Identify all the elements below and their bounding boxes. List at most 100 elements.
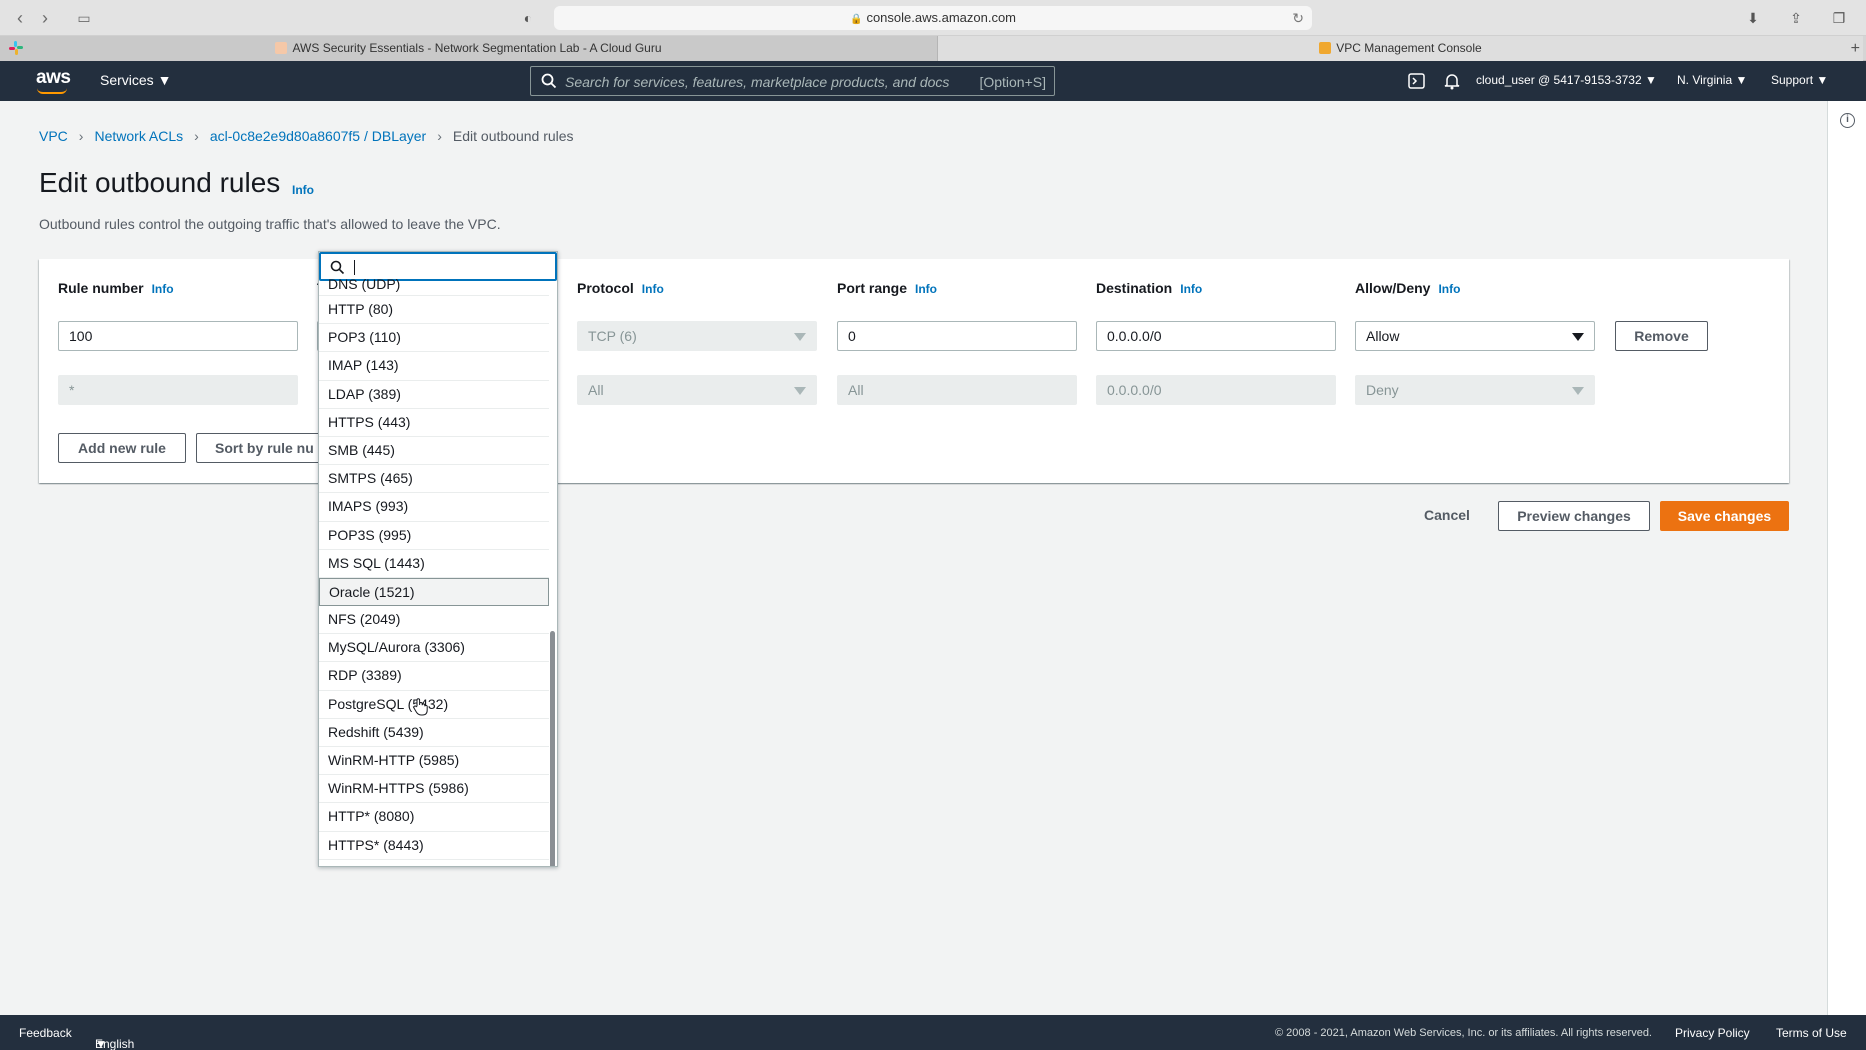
option-oracle[interactable]: Oracle (1521) [319,577,549,607]
port-range-input[interactable]: 0 [837,321,1077,351]
add-new-rule-button[interactable]: Add new rule [58,433,186,463]
option-imaps[interactable]: IMAPS (993) [319,493,549,522]
col-rule-number: Rule number Info [58,280,174,296]
option-smb[interactable]: SMB (445) [319,437,549,466]
col-label: Rule number [58,280,144,296]
tab-title: VPC Management Console [1336,41,1482,55]
option-http[interactable]: HTTP (80) [319,296,549,325]
caret-down-icon [1572,387,1584,395]
allow-deny-select[interactable]: Allow [1355,321,1595,351]
tabs-overview-icon[interactable]: ❐ [1826,7,1852,29]
help-panel-rail: i [1827,101,1866,1015]
account-menu[interactable]: cloud_user @ 5417-9153-3732 ▼ [1476,73,1657,87]
tab-a-cloud-guru[interactable]: AWS Security Essentials - Network Segmen… [0,36,938,61]
option-pop3[interactable]: POP3 (110) [319,324,549,353]
services-menu-button[interactable]: Services ▼ [100,72,171,88]
reload-icon[interactable]: ↻ [1292,6,1304,30]
info-link[interactable]: Info [1438,282,1460,296]
info-panel-icon[interactable]: i [1840,113,1855,128]
protocol-select: TCP (6) [577,321,817,351]
hand-pointer-icon [413,698,428,716]
title-info-link[interactable]: Info [292,183,314,197]
search-icon [541,73,557,89]
slack-icon[interactable] [9,41,23,55]
terms-of-use-link[interactable]: Terms of Use [1776,1026,1847,1040]
col-destination: Destination Info [1096,280,1202,296]
default-port-range: All [837,375,1077,405]
share-icon[interactable]: ⇪ [1783,7,1809,29]
caret-down-icon: ▼ [157,72,172,88]
option-postgresql[interactable]: PostgreSQL (5432) [319,691,549,719]
search-placeholder: Search for services, features, marketpla… [565,74,950,90]
address-bar[interactable]: 🔒 console.aws.amazon.com ↻ [554,6,1312,30]
option-redshift[interactable]: Redshift (5439) [319,719,549,747]
text-cursor [354,260,355,275]
aws-footer: Feedback English (US) ▼ © 2008 - 2021, A… [0,1015,1866,1050]
info-link[interactable]: Info [1180,282,1202,296]
breadcrumb-acl[interactable]: acl-0c8e2e9d80a8607f5 / DBLayer [210,128,426,144]
global-search-input[interactable]: Search for services, features, marketpla… [530,66,1055,96]
type-dropdown-menu: DNS (UDP) HTTP (80) POP3 (110) IMAP (143… [318,251,558,867]
sidebar-icon[interactable]: ▭ [73,7,95,29]
caret-down-icon: ▼ [95,1037,107,1050]
caret-down-icon [794,387,806,395]
option-rdp[interactable]: RDP (3389) [319,662,549,691]
col-label: Allow/Deny [1355,280,1431,296]
copyright-text: © 2008 - 2021, Amazon Web Services, Inc.… [1275,1027,1652,1039]
col-label: Protocol [577,280,634,296]
back-icon[interactable]: ‹ [9,7,31,29]
allow-deny-value: Deny [1366,382,1399,398]
cloudshell-icon[interactable] [1407,71,1427,91]
remove-button[interactable]: Remove [1615,321,1708,351]
option-ldap[interactable]: LDAP (389) [319,381,549,409]
col-protocol: Protocol Info [577,280,664,296]
info-link[interactable]: Info [915,282,937,296]
downloads-icon[interactable]: ⬇ [1740,7,1766,29]
option-mysql-aurora[interactable]: MySQL/Aurora (3306) [319,634,549,663]
aws-logo[interactable]: aws [36,67,71,94]
breadcrumb-vpc[interactable]: VPC [39,128,68,144]
option-smtps[interactable]: SMTPS (465) [319,465,549,494]
tab-title: AWS Security Essentials - Network Segmen… [292,41,662,55]
option-https-8443[interactable]: HTTPS* (8443) [319,832,549,860]
support-menu[interactable]: Support ▼ [1771,73,1828,87]
bell-icon[interactable] [1442,71,1462,91]
rule-number-input[interactable]: 100 [58,321,298,351]
caret-down-icon: ▼ [1735,73,1748,87]
option-imap[interactable]: IMAP (143) [319,352,549,381]
option-dns-udp[interactable]: DNS (UDP) [319,277,549,296]
option-pop3s[interactable]: POP3S (995) [319,522,549,550]
dropdown-scrollbar[interactable] [550,631,555,866]
search-shortcut: [Option+S] [979,74,1046,90]
privacy-policy-link[interactable]: Privacy Policy [1675,1026,1750,1040]
chevron-right-icon: › [78,128,84,144]
info-link[interactable]: Info [152,282,174,296]
privacy-shield-icon[interactable]: ◐ [516,7,540,29]
main-content: VPC › Network ACLs › acl-0c8e2e9d80a8607f5 /… [0,101,1827,1015]
support-label: Support [1771,73,1814,87]
default-destination: 0.0.0.0/0 [1096,375,1336,405]
cloud-guru-favicon-icon [275,42,288,54]
option-https[interactable]: HTTPS (443) [319,409,549,437]
option-nfs[interactable]: NFS (2049) [319,606,549,635]
col-label: Destination [1096,280,1173,296]
feedback-link[interactable]: Feedback [19,1026,72,1040]
col-label: Port range [837,280,908,296]
breadcrumb-network-acls[interactable]: Network ACLs [94,128,183,144]
new-tab-icon[interactable]: + [1851,36,1860,61]
info-link[interactable]: Info [642,282,664,296]
services-label: Services [100,72,154,88]
option-winrm-https[interactable]: WinRM-HTTPS (5986) [319,775,549,804]
cancel-button[interactable]: Cancel [1408,501,1486,531]
save-changes-button[interactable]: Save changes [1660,501,1789,531]
chevron-right-icon: › [437,128,442,144]
destination-input[interactable]: 0.0.0.0/0 [1096,321,1336,351]
tab-vpc-console[interactable]: VPC Management Console [938,36,1863,61]
option-winrm-http[interactable]: WinRM-HTTP (5985) [319,747,549,776]
forward-icon[interactable]: › [34,7,56,29]
preview-changes-button[interactable]: Preview changes [1498,501,1650,531]
option-ms-sql[interactable]: MS SQL (1443) [319,550,549,578]
default-allow-deny: Deny [1355,375,1595,405]
region-menu[interactable]: N. Virginia ▼ [1677,73,1747,87]
option-http-8080[interactable]: HTTP* (8080) [319,803,549,832]
